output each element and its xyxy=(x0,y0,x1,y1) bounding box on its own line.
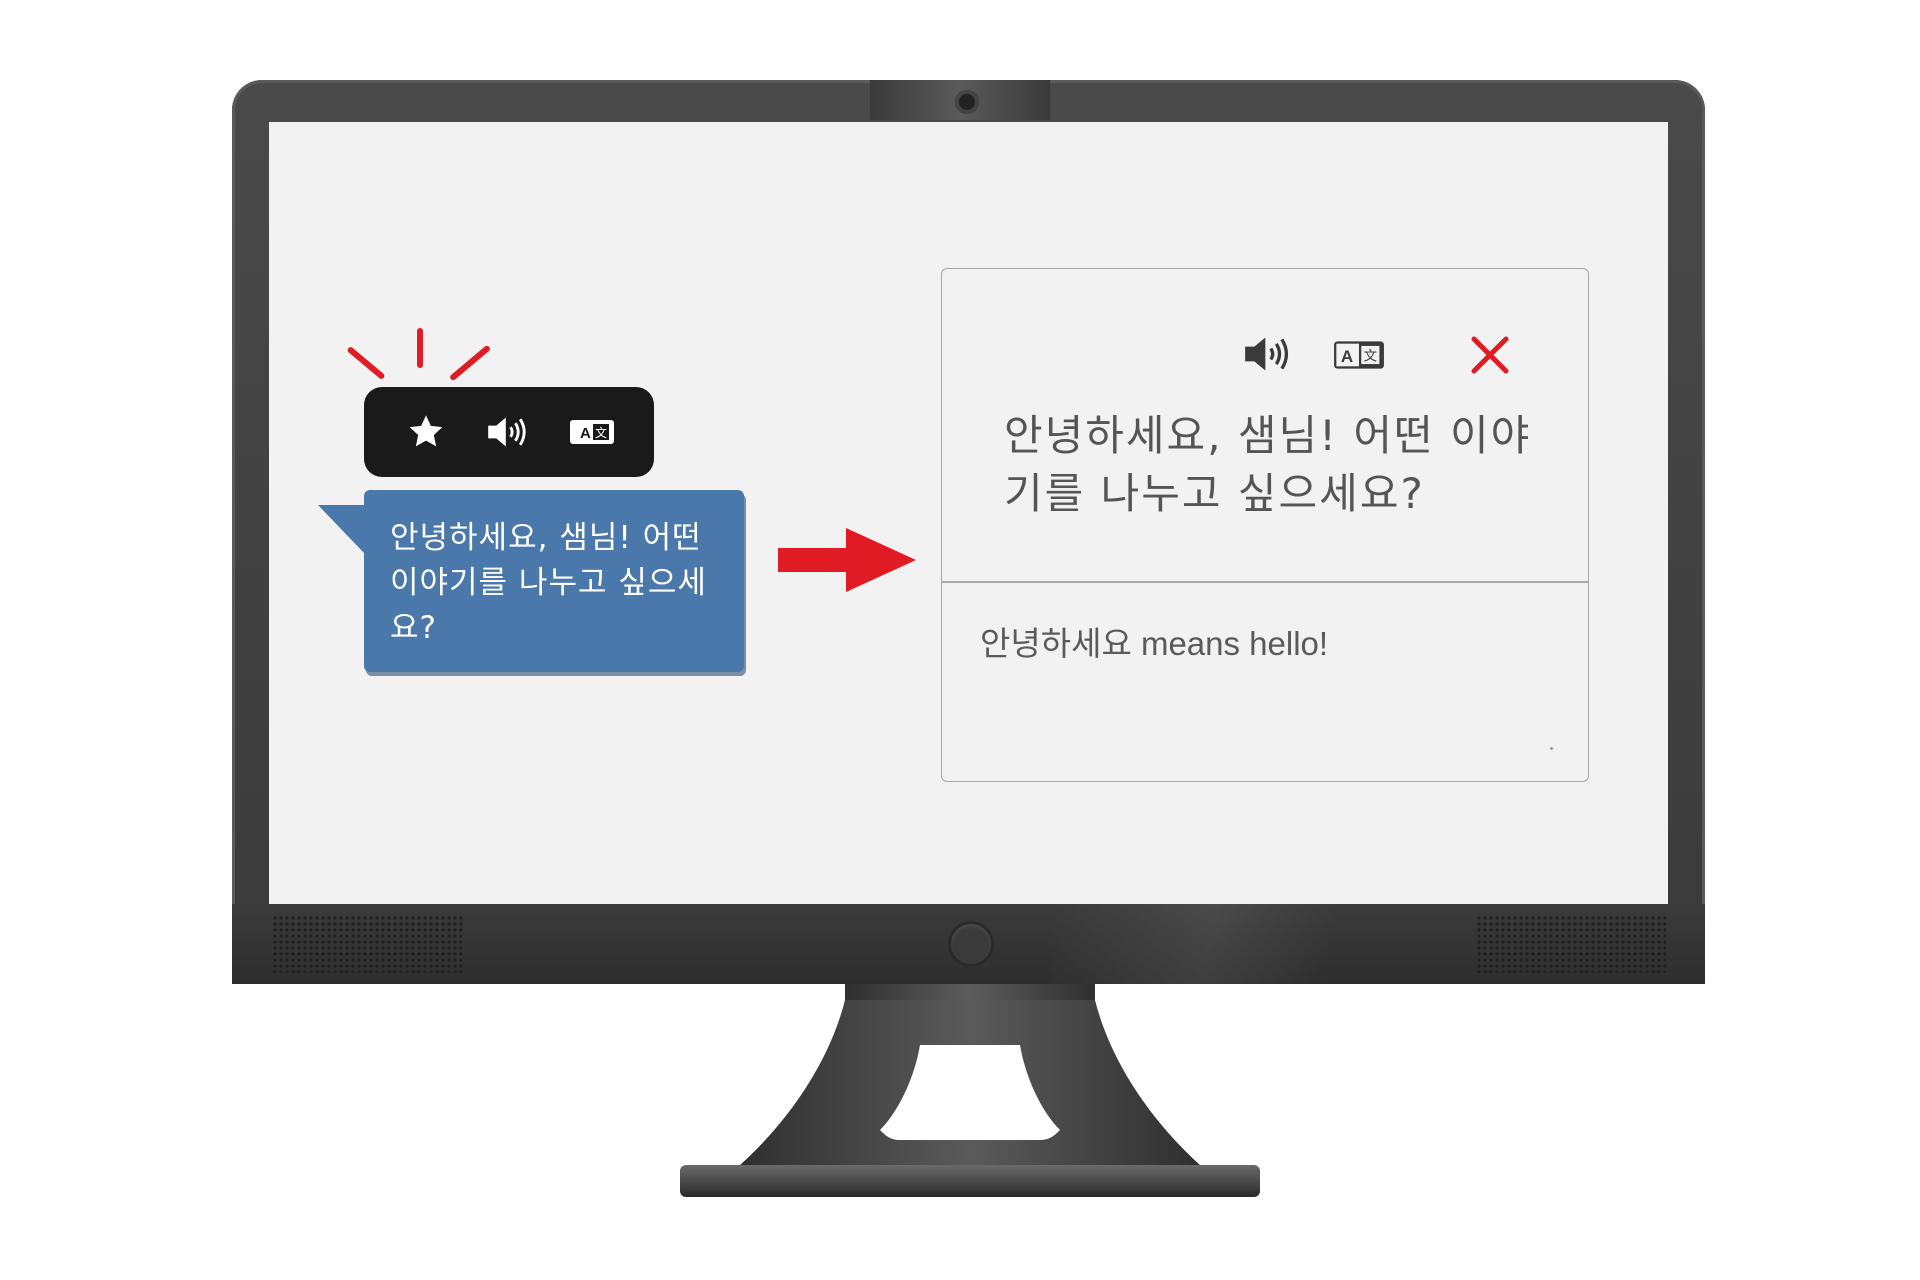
chat-message-text: 안녕하세요, 샘님! 어떤 이야기를 나누고 싶으세요? xyxy=(390,520,707,646)
left-speaker-grille xyxy=(272,915,462,973)
translation-popup: A 文 안녕하세요, 샘님! 어떤 이야기를 나누고 싶으세요? 안녕하세요 m… xyxy=(941,268,1589,782)
popup-original-text: 안녕하세요, 샘님! 어떤 이야기를 나누고 싶으세요? xyxy=(1004,411,1532,518)
popup-toolbar: A 文 xyxy=(942,331,1588,381)
arrow-icon xyxy=(778,528,916,592)
translate-icon[interactable]: A 文 xyxy=(568,408,616,456)
popup-translation-text: 안녕하세요 means hello! xyxy=(980,625,1329,662)
close-icon[interactable] xyxy=(1468,333,1512,377)
right-speaker-grille xyxy=(1476,915,1666,973)
svg-text:文: 文 xyxy=(1364,349,1378,365)
chat-message-bubble[interactable]: 안녕하세요, 샘님! 어떤 이야기를 나누고 싶으세요? xyxy=(364,490,744,672)
resize-handle xyxy=(1550,747,1553,750)
svg-text:A: A xyxy=(580,425,591,442)
svg-text:A: A xyxy=(1341,347,1353,366)
monitor-stand xyxy=(680,1000,1260,1197)
svg-text:文: 文 xyxy=(595,425,607,440)
power-button xyxy=(948,921,994,967)
monitor-illustration: A 文 안녕하세요, 샘님! 어떤 이야기를 나누고 싶으세요? A 文 안녕하… xyxy=(0,0,1920,1280)
speaker-icon[interactable] xyxy=(485,408,533,456)
camera-icon xyxy=(955,90,979,114)
popup-divider xyxy=(942,581,1588,583)
chin-sheen xyxy=(1050,904,1450,984)
highlight-spark xyxy=(417,328,423,368)
message-action-toolbar: A 文 xyxy=(364,387,654,477)
star-icon[interactable] xyxy=(402,408,450,456)
speaker-icon[interactable] xyxy=(1238,331,1300,377)
translate-icon[interactable]: A 文 xyxy=(1328,337,1390,373)
